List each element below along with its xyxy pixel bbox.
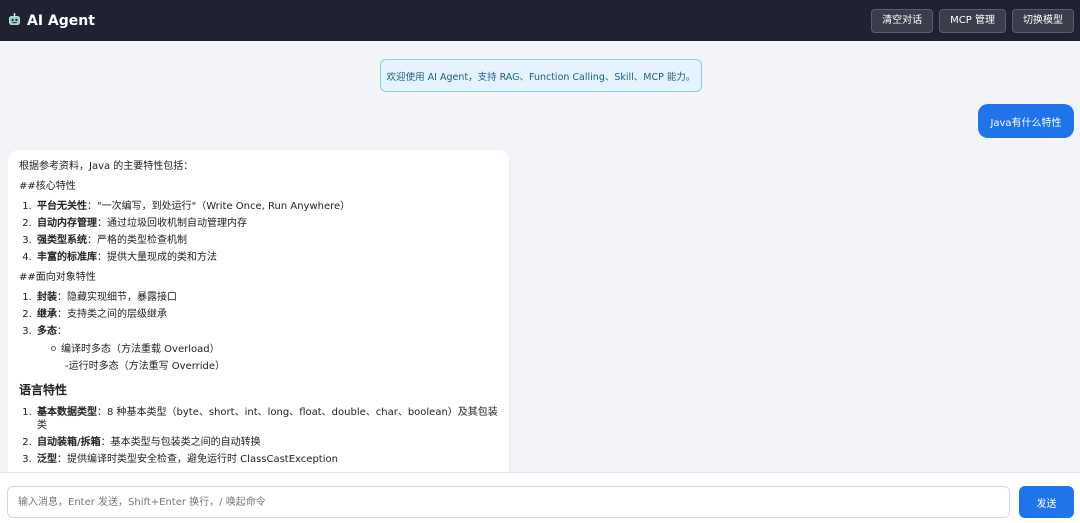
list-item: 封装：隐藏实现细节，暴露接口 <box>35 291 498 304</box>
list-item: 自动内存管理：通过垃圾回收机制自动管理内存 <box>35 217 498 230</box>
user-message: Java有什么特性 <box>978 104 1074 138</box>
top-bar: AI Agent 清空对话 MCP 管理 切换模型 <box>0 0 1080 41</box>
assistant-intro: 根据参考资料，Java 的主要特性包括： <box>19 161 194 172</box>
header-actions: 清空对话 MCP 管理 切换模型 <box>871 8 1074 33</box>
section-heading-oop: ##面向对象特性 <box>19 272 96 283</box>
welcome-banner: 欢迎使用 AI Agent，支持 RAG、Function Calling、Sk… <box>380 59 702 92</box>
switch-model-button[interactable]: 切换模型 <box>1012 8 1074 33</box>
language-features-list: 基本数据类型：8 种基本类型（byte、short、int、long、float… <box>19 406 498 466</box>
assistant-message: 根据参考资料，Java 的主要特性包括： ##核心特性 平台无关性："一次编写，… <box>8 150 509 490</box>
bullet-circle-icon <box>51 346 56 351</box>
list-item: -运行时多态（方法重写 Override） <box>65 361 226 372</box>
robot-icon <box>8 11 21 30</box>
list-item: 编译时多态（方法重载 Overload） <box>49 343 498 356</box>
list-item: 继承：支持类之间的层级继承 <box>35 308 498 321</box>
section-heading-language: 语言特性 <box>19 383 68 397</box>
brand: AI Agent <box>8 11 95 30</box>
polymorphism-sublist: 编译时多态（方法重载 Overload） <box>37 343 498 356</box>
mcp-manage-button[interactable]: MCP 管理 <box>939 8 1006 33</box>
list-item: 基本数据类型：8 种基本类型（byte、short、int、long、float… <box>35 406 498 432</box>
list-item: 强类型系统：严格的类型检查机制 <box>35 234 498 247</box>
oop-features-list: 封装：隐藏实现细节，暴露接口 继承：支持类之间的层级继承 多态： 编译时多态（方… <box>19 291 498 373</box>
clear-chat-button[interactable]: 清空对话 <box>871 8 934 33</box>
list-item: 多态： 编译时多态（方法重载 Overload） -运行时多态（方法重写 Ove… <box>35 325 498 373</box>
app-title: AI Agent <box>27 12 95 29</box>
list-item: 泛型：提供编译时类型安全检查，避免运行时 ClassCastException <box>35 453 498 466</box>
list-item: 自动装箱/拆箱：基本类型与包装类之间的自动转换 <box>35 436 498 449</box>
message-input[interactable] <box>7 486 1010 518</box>
list-item: 平台无关性："一次编写，到处运行"（Write Once, Run Anywhe… <box>35 200 498 213</box>
list-item: 丰富的标准库：提供大量现成的类和方法 <box>35 251 498 264</box>
section-heading-core: ##核心特性 <box>19 181 76 192</box>
send-button[interactable]: 发送 <box>1019 486 1074 518</box>
input-bar: 发送 <box>0 472 1080 523</box>
core-features-list: 平台无关性："一次编写，到处运行"（Write Once, Run Anywhe… <box>19 200 498 264</box>
